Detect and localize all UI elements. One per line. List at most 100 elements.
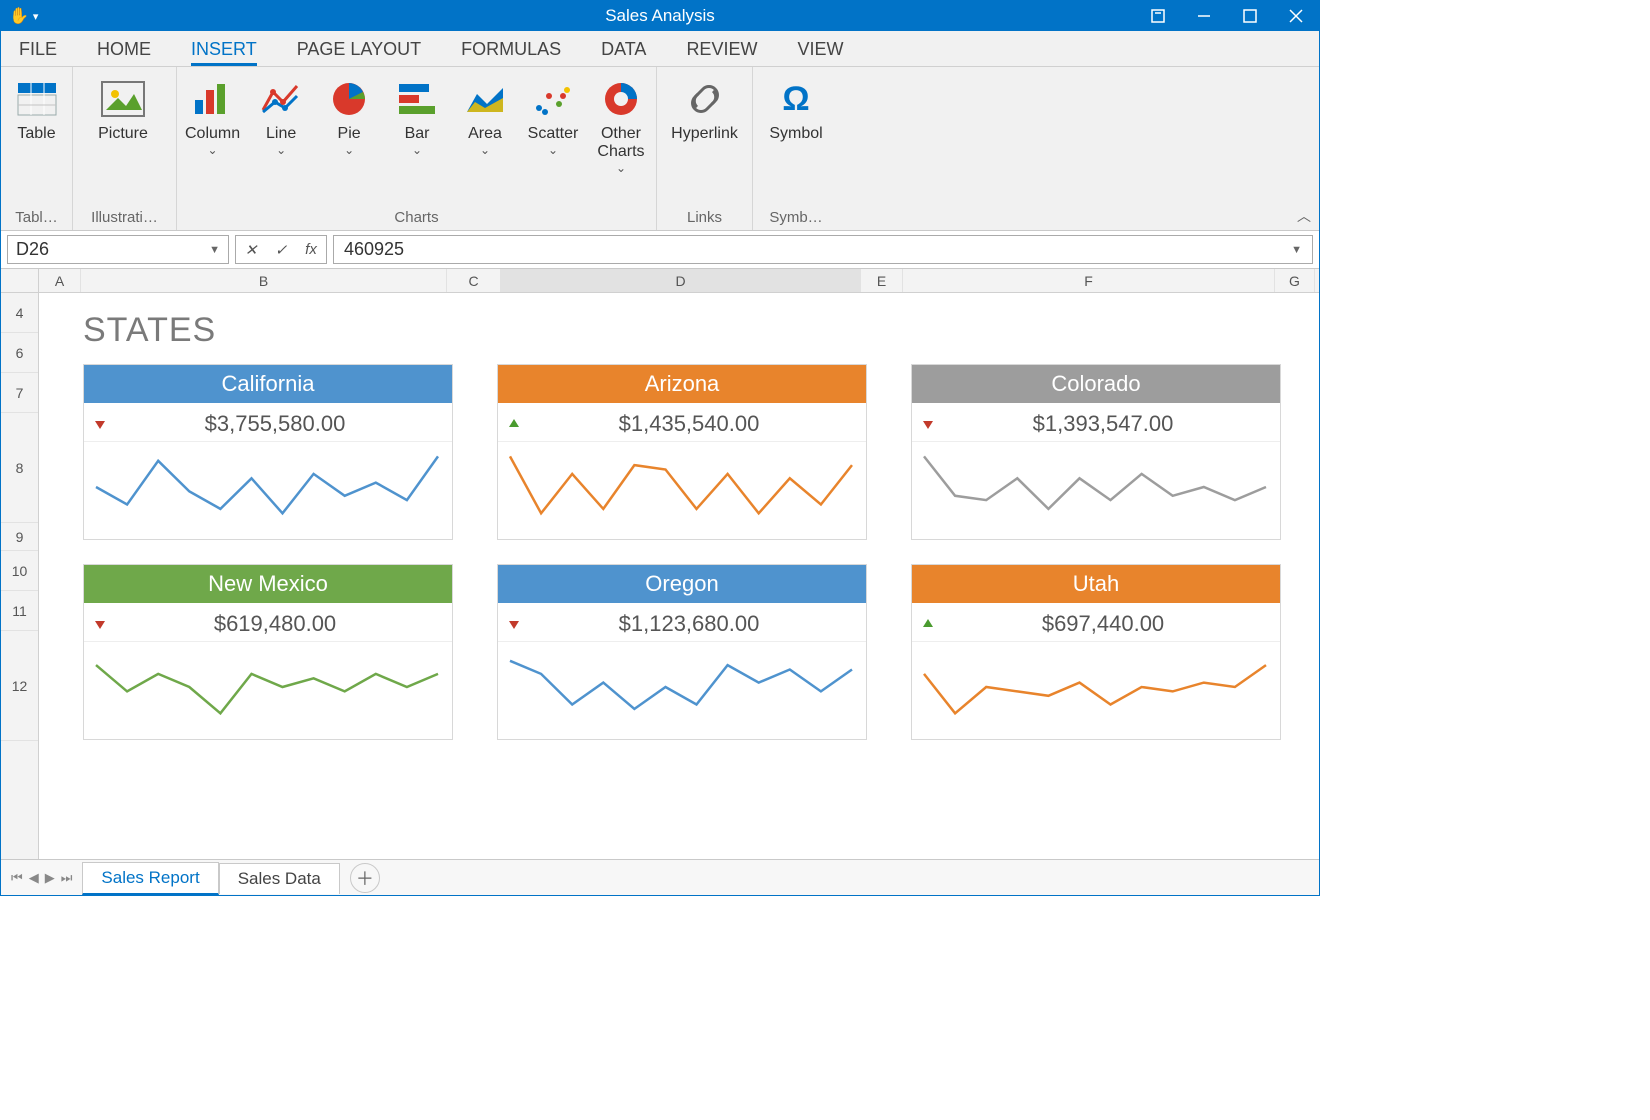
chevron-down-icon: ⌄: [548, 143, 558, 157]
maximize-icon[interactable]: [1227, 1, 1273, 31]
state-card[interactable]: New Mexico $619,480.00: [83, 564, 453, 740]
window-title: Sales Analysis: [605, 6, 715, 26]
ribbon: Table Tabl… Picture Illustrati… Column⌄ …: [1, 67, 1319, 231]
row-header[interactable]: 8: [1, 413, 38, 523]
row-header[interactable]: 7: [1, 373, 38, 413]
formula-tools: ✕ ✓ fx: [235, 235, 327, 264]
column-header[interactable]: D: [501, 269, 861, 292]
cell-reference: D26: [16, 239, 49, 260]
symbol-button[interactable]: Ω Symbol: [761, 71, 831, 143]
sparkline: [912, 442, 1280, 539]
trend-down-icon: [508, 617, 522, 631]
donut-chart-icon: [602, 77, 640, 121]
sheet-tab[interactable]: Sales Data: [219, 863, 340, 894]
tab-pagelayout[interactable]: PAGE LAYOUT: [297, 39, 421, 66]
picture-button[interactable]: Picture: [81, 71, 165, 143]
chevron-down-icon[interactable]: ▼: [209, 244, 220, 256]
select-all-corner[interactable]: [1, 269, 38, 293]
card-header: Colorado: [912, 365, 1280, 403]
card-value: $697,440.00: [936, 611, 1270, 637]
area-chart-button[interactable]: Area⌄: [458, 71, 512, 157]
card-value: $1,393,547.00: [936, 411, 1270, 437]
chevron-down-icon: ⌄: [616, 161, 626, 175]
menu-tabs: FILE HOME INSERT PAGE LAYOUT FORMULAS DA…: [1, 31, 1319, 67]
pie-chart-button[interactable]: Pie⌄: [322, 71, 376, 157]
prev-sheet-icon[interactable]: ◀: [29, 870, 39, 886]
chevron-down-icon[interactable]: ▼: [1291, 244, 1302, 256]
ribbon-display-icon[interactable]: [1135, 1, 1181, 31]
card-header: Utah: [912, 565, 1280, 603]
chevron-down-icon: ⌄: [344, 143, 354, 157]
tab-home[interactable]: HOME: [97, 39, 151, 66]
tab-review[interactable]: REVIEW: [686, 39, 757, 66]
card-value: $3,755,580.00: [108, 411, 442, 437]
page-title: STATES: [83, 311, 1275, 350]
column-header[interactable]: A: [39, 269, 81, 292]
qat-dropdown-icon[interactable]: ▾: [33, 10, 39, 23]
column-chart-icon: [193, 77, 233, 121]
next-sheet-icon[interactable]: ▶: [45, 870, 55, 886]
other-charts-button[interactable]: Other Charts⌄: [594, 71, 648, 175]
row-header[interactable]: 9: [1, 523, 38, 551]
card-value: $619,480.00: [108, 611, 442, 637]
column-header[interactable]: C: [447, 269, 501, 292]
bar-chart-icon: [397, 77, 437, 121]
state-card[interactable]: Arizona $1,435,540.00: [497, 364, 867, 540]
trend-down-icon: [922, 417, 936, 431]
chevron-down-icon: ⌄: [276, 143, 286, 157]
minimize-icon[interactable]: [1181, 1, 1227, 31]
line-chart-button[interactable]: Line⌄: [254, 71, 308, 157]
spreadsheet-grid: 4 6 7 8 9 10 11 12 A B C D E F G STATES …: [1, 269, 1319, 859]
qat-touch-icon[interactable]: ✋: [9, 6, 29, 26]
hyperlink-button[interactable]: Hyperlink: [665, 71, 744, 143]
tab-data[interactable]: DATA: [601, 39, 646, 66]
state-card[interactable]: Oregon $1,123,680.00: [497, 564, 867, 740]
group-charts: Charts: [185, 209, 648, 228]
hyperlink-icon: [685, 77, 725, 121]
bar-chart-button[interactable]: Bar⌄: [390, 71, 444, 157]
name-box[interactable]: D26 ▼: [7, 235, 229, 264]
column-header[interactable]: G: [1275, 269, 1315, 292]
close-icon[interactable]: [1273, 1, 1319, 31]
pie-chart-icon: [330, 77, 368, 121]
column-chart-button[interactable]: Column⌄: [185, 71, 240, 157]
row-header[interactable]: 11: [1, 591, 38, 631]
card-value: $1,123,680.00: [522, 611, 856, 637]
column-header[interactable]: E: [861, 269, 903, 292]
sparkline: [84, 642, 452, 739]
trend-up-icon: [922, 617, 936, 631]
sparkline: [498, 442, 866, 539]
sheet-tab-active[interactable]: Sales Report: [82, 862, 218, 895]
first-sheet-icon[interactable]: ⏮: [11, 870, 23, 886]
scatter-chart-button[interactable]: Scatter⌄: [526, 71, 580, 157]
table-button[interactable]: Table: [9, 71, 64, 143]
tab-insert[interactable]: INSERT: [191, 39, 257, 66]
formula-input[interactable]: 460925 ▼: [333, 235, 1313, 264]
state-card[interactable]: Colorado $1,393,547.00: [911, 364, 1281, 540]
tab-view[interactable]: VIEW: [797, 39, 843, 66]
picture-icon: [100, 77, 146, 121]
row-header[interactable]: 10: [1, 551, 38, 591]
row-header[interactable]: 4: [1, 293, 38, 333]
chevron-down-icon: ⌄: [480, 143, 490, 157]
tab-file[interactable]: FILE: [19, 39, 57, 66]
column-header[interactable]: B: [81, 269, 447, 292]
row-header[interactable]: 6: [1, 333, 38, 373]
collapse-ribbon-icon[interactable]: ︿: [1297, 206, 1311, 226]
state-card[interactable]: California $3,755,580.00: [83, 364, 453, 540]
add-sheet-button[interactable]: ＋: [350, 863, 380, 893]
group-illustrations: Illustrati…: [81, 209, 168, 228]
accept-formula-icon[interactable]: ✓: [266, 241, 296, 259]
tab-formulas[interactable]: FORMULAS: [461, 39, 561, 66]
trend-down-icon: [94, 617, 108, 631]
column-header[interactable]: F: [903, 269, 1275, 292]
line-chart-icon: [261, 77, 301, 121]
row-header[interactable]: 12: [1, 631, 38, 741]
area-chart-icon: [465, 77, 505, 121]
group-tables: Tabl…: [9, 209, 64, 228]
omega-icon: Ω: [782, 77, 809, 121]
fx-icon[interactable]: fx: [296, 241, 326, 258]
state-card[interactable]: Utah $697,440.00: [911, 564, 1281, 740]
cancel-formula-icon[interactable]: ✕: [236, 241, 266, 259]
last-sheet-icon[interactable]: ⏭: [61, 870, 73, 886]
